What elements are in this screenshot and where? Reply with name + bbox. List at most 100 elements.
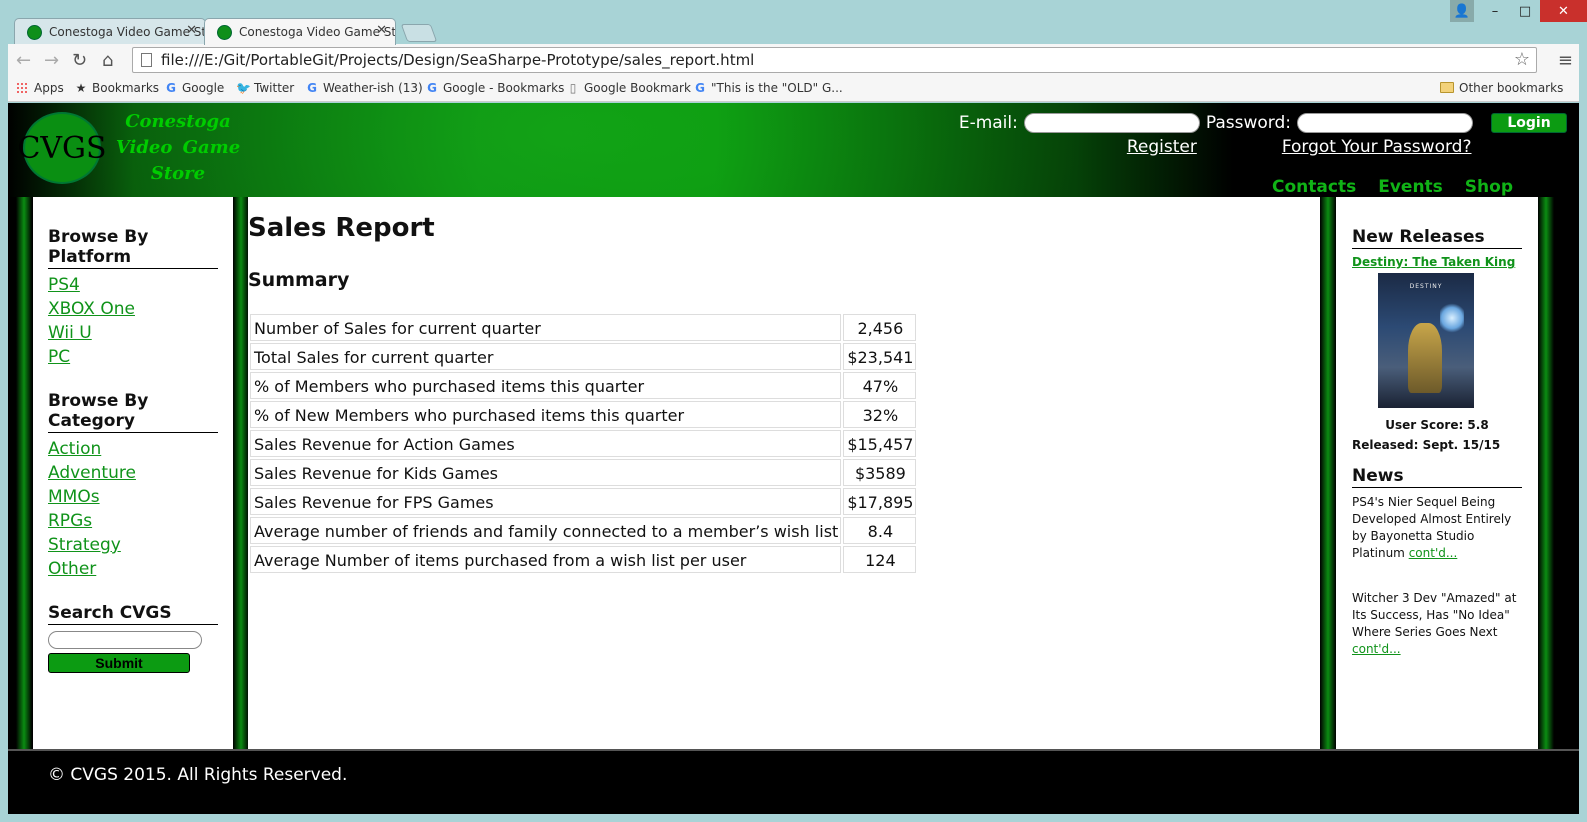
reload-icon[interactable]: ↻: [72, 50, 87, 71]
table-row: Average number of friends and family con…: [250, 517, 917, 544]
user-score: User Score: 5.8: [1385, 418, 1489, 432]
new-releases-heading: New Releases: [1352, 227, 1522, 249]
top-nav: Contacts Events Shop: [1272, 177, 1513, 197]
metric-value: 124: [843, 546, 917, 573]
table-row: Average Number of items purchased from a…: [250, 546, 917, 573]
google-icon: G: [695, 81, 705, 95]
left-border-stripe: [16, 197, 32, 749]
table-row: % of Members who purchased items this qu…: [250, 372, 917, 399]
copyright-text: © CVGS 2015. All Rights Reserved.: [48, 765, 348, 785]
platform-heading: Browse By Platform: [48, 227, 218, 269]
category-link-rpgs[interactable]: RPGs: [48, 509, 233, 533]
category-link-mmos[interactable]: MMOs: [48, 485, 233, 509]
platform-link-ps4[interactable]: PS4: [48, 273, 233, 297]
login-button[interactable]: Login: [1491, 113, 1567, 133]
news-heading: News: [1352, 466, 1522, 488]
category-heading: Browse By Category: [48, 391, 218, 433]
bookmark-google-bookmark[interactable]: ▯ Google Bookmark: [566, 81, 691, 95]
submit-button[interactable]: Submit: [48, 653, 190, 673]
cover-logo-text: DESTINY: [1409, 283, 1443, 290]
cvgs-logo[interactable]: CVGS: [17, 112, 107, 184]
left-divider-stripe: [233, 197, 249, 749]
category-link-adventure[interactable]: Adventure: [48, 461, 233, 485]
minimize-icon[interactable]: –: [1480, 0, 1510, 22]
tab-1-close-icon[interactable]: ✕: [186, 23, 197, 38]
address-bar[interactable]: file:///E:/Git/PortableGit/Projects/Desi…: [132, 47, 1537, 73]
page-icon: ▯: [569, 81, 577, 95]
metric-label: Average Number of items purchased from a…: [250, 546, 842, 573]
metric-value: 8.4: [843, 517, 917, 544]
email-field[interactable]: [1023, 113, 1200, 133]
bookmark-star-icon[interactable]: ☆: [1514, 49, 1530, 70]
cvgs-favicon-icon: [217, 25, 232, 40]
nav-contacts[interactable]: Contacts: [1272, 177, 1356, 197]
bookmark-bookmarks[interactable]: ★ Bookmarks: [74, 81, 159, 95]
news-continued-link[interactable]: cont'd...: [1352, 642, 1401, 656]
back-arrow-icon[interactable]: ←: [16, 50, 31, 71]
bookmark-google-bookmarks[interactable]: G Google - Bookmarks: [425, 81, 564, 95]
star-icon: ★: [75, 81, 87, 95]
platform-link-wii-u[interactable]: Wii U: [48, 321, 233, 345]
bookmark-twitter[interactable]: 🐦 Twitter: [236, 81, 294, 95]
register-link[interactable]: Register: [1127, 137, 1197, 157]
page-title: Sales Report: [248, 213, 435, 243]
right-divider-stripe: [1320, 197, 1336, 749]
metric-value: $3589: [843, 459, 917, 486]
logo-text: Conestoga Video Game Store: [115, 111, 241, 184]
metric-label: Number of Sales for current quarter: [250, 314, 842, 341]
metric-value: $23,541: [843, 343, 917, 370]
sales-report-table: Number of Sales for current quarter 2,456…: [248, 312, 918, 575]
address-url: file:///E:/Git/PortableGit/Projects/Desi…: [161, 51, 755, 69]
close-window-icon[interactable]: ✕: [1540, 0, 1587, 22]
logo-letters: CVGS: [17, 130, 107, 166]
right-sidebar: New Releases Destiny: The Taken King DES…: [1336, 197, 1538, 749]
metric-label: Average number of friends and family con…: [250, 517, 842, 544]
table-row: Number of Sales for current quarter 2,456: [250, 314, 917, 341]
forward-arrow-icon[interactable]: →: [44, 50, 59, 71]
bookmark-apps[interactable]: Apps: [16, 81, 64, 95]
category-link-strategy[interactable]: Strategy: [48, 533, 233, 557]
nav-events[interactable]: Events: [1378, 177, 1443, 197]
release-title-link[interactable]: Destiny: The Taken King: [1352, 255, 1538, 269]
metric-label: % of New Members who purchased items thi…: [250, 401, 842, 428]
tab-2-close-icon[interactable]: ✕: [376, 23, 387, 38]
metric-label: Sales Revenue for Action Games: [250, 430, 842, 457]
maximize-icon[interactable]: □: [1510, 0, 1540, 22]
tab-1-title: Conestoga Video Game St: [49, 25, 206, 39]
home-icon[interactable]: ⌂: [102, 50, 113, 71]
platform-link-pc[interactable]: PC: [48, 345, 233, 369]
hamburger-menu-icon[interactable]: ≡: [1558, 50, 1573, 71]
metric-label: Total Sales for current quarter: [250, 343, 842, 370]
apps-grid-icon: [16, 82, 28, 94]
new-tab-button[interactable]: [400, 24, 438, 42]
bookmark-old-g[interactable]: G "This is the "OLD" G...: [693, 81, 843, 95]
bookmark-weather[interactable]: G Weather-ish (13): [305, 81, 423, 95]
nav-shop[interactable]: Shop: [1465, 177, 1513, 197]
web-page: CVGS Conestoga Video Game Store E-mail: …: [8, 103, 1579, 814]
site-footer: © CVGS 2015. All Rights Reserved.: [8, 749, 1579, 814]
platform-link-xbox-one[interactable]: XBOX One: [48, 297, 233, 321]
password-field[interactable]: [1297, 113, 1473, 133]
user-profile-icon[interactable]: 👤: [1450, 0, 1474, 22]
metric-value: 32%: [843, 401, 917, 428]
game-cover-image[interactable]: DESTINY: [1378, 273, 1474, 408]
email-label: E-mail:: [958, 113, 1018, 133]
tab-2[interactable]: Conestoga Video Game St ✕: [204, 18, 396, 45]
search-input[interactable]: [48, 631, 202, 649]
bookmark-other[interactable]: Other bookmarks: [1440, 81, 1563, 95]
bookmarks-bar: Apps ★ Bookmarks G Google 🐦 Twitter G Weathe…: [8, 76, 1579, 102]
news-continued-link[interactable]: cont'd...: [1409, 546, 1458, 560]
tab-1[interactable]: Conestoga Video Game St ✕: [14, 18, 206, 45]
category-link-other[interactable]: Other: [48, 557, 233, 581]
table-row: Total Sales for current quarter $23,541: [250, 343, 917, 370]
site-header: CVGS Conestoga Video Game Store E-mail: …: [8, 103, 1579, 197]
cvgs-favicon-icon: [27, 25, 42, 40]
main-content: Sales Report Summary Number of Sales for…: [248, 197, 1320, 749]
metric-label: % of Members who purchased items this qu…: [250, 372, 842, 399]
twitter-bird-icon: 🐦: [236, 81, 251, 95]
forgot-password-link[interactable]: Forgot Your Password?: [1282, 137, 1472, 157]
category-link-action[interactable]: Action: [48, 437, 233, 461]
bookmark-google[interactable]: G Google: [164, 81, 224, 95]
news-item: PS4's Nier Sequel Being Developed Almost…: [1352, 495, 1512, 560]
search-heading: Search CVGS: [48, 603, 218, 625]
